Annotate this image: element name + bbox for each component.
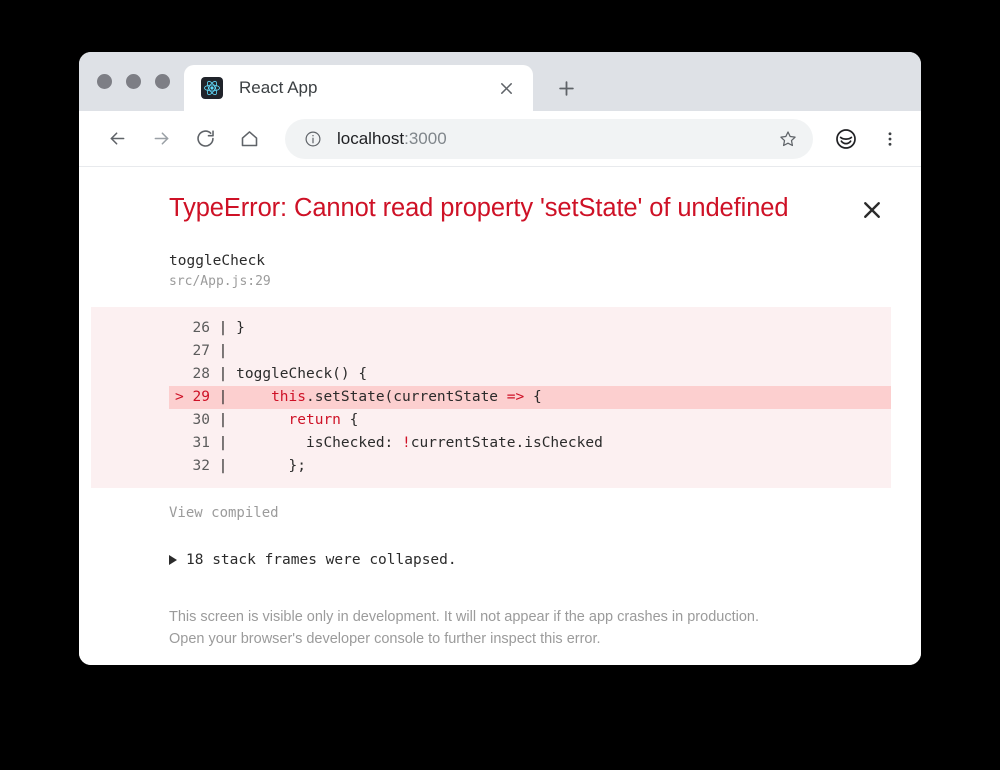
code-token: .setState(currentState bbox=[305, 389, 507, 405]
footnote-line-2: Open your browser's developer console to… bbox=[169, 631, 601, 647]
url-host: localhost bbox=[337, 128, 405, 148]
address-bar[interactable]: localhost:3000 bbox=[285, 118, 813, 159]
back-icon[interactable] bbox=[97, 119, 137, 159]
source-code-snippet: 26 | } 27 | 28 | toggleCheck() {> 29 | t… bbox=[91, 307, 891, 488]
code-token: { bbox=[524, 389, 542, 405]
new-tab-button[interactable] bbox=[549, 71, 583, 105]
code-line: > 29 | this.setState(currentState => { bbox=[169, 386, 891, 409]
forward-icon[interactable] bbox=[141, 119, 181, 159]
tab-close-icon[interactable] bbox=[493, 75, 519, 101]
bookmark-star-icon[interactable] bbox=[771, 122, 805, 156]
code-line-number: 28 | bbox=[192, 366, 237, 382]
code-line: 26 | } bbox=[169, 317, 891, 340]
error-close-icon[interactable] bbox=[857, 195, 887, 225]
code-token: isChecked: bbox=[236, 435, 403, 451]
browser-tab-react-app[interactable]: React App bbox=[184, 65, 533, 111]
window-close-button[interactable] bbox=[97, 74, 112, 89]
reload-icon[interactable] bbox=[185, 119, 225, 159]
code-token: toggleCheck() { bbox=[236, 366, 368, 382]
error-frame-function: toggleCheck bbox=[169, 253, 266, 269]
stack-frames-label: 18 stack frames were collapsed. bbox=[186, 552, 457, 568]
footnote-line-1: This screen is visible only in developme… bbox=[169, 609, 759, 625]
error-header: TypeError: Cannot read property 'setStat… bbox=[91, 193, 891, 225]
toolbar-right-actions bbox=[829, 122, 907, 156]
browser-toolbar: localhost:3000 bbox=[79, 111, 921, 167]
error-footnote: This screen is visible only in developme… bbox=[169, 606, 891, 650]
code-line: 28 | toggleCheck() { bbox=[169, 363, 891, 386]
browser-window: React App localhost:3000 TypeError: Cann… bbox=[79, 52, 921, 665]
code-token: => bbox=[506, 389, 525, 405]
profile-avatar-icon[interactable] bbox=[829, 122, 863, 156]
code-line: 31 | isChecked: !currentState.isChecked bbox=[169, 432, 891, 455]
site-information-icon[interactable] bbox=[303, 129, 323, 149]
tab-strip: React App bbox=[79, 52, 921, 111]
view-compiled-link[interactable]: View compiled bbox=[169, 505, 279, 521]
code-token: return bbox=[288, 412, 341, 428]
react-error-overlay: TypeError: Cannot read property 'setStat… bbox=[79, 167, 921, 665]
code-line: 27 | bbox=[169, 340, 891, 363]
code-line-number: 32 | bbox=[192, 458, 237, 474]
code-line-number: 27 | bbox=[192, 343, 237, 359]
code-token: ! bbox=[402, 435, 411, 451]
code-token: { bbox=[340, 412, 359, 428]
code-line-number: > 29 | bbox=[175, 389, 237, 405]
code-line: 30 | return { bbox=[169, 409, 891, 432]
address-bar-url: localhost:3000 bbox=[337, 129, 771, 149]
error-title: TypeError: Cannot read property 'setStat… bbox=[169, 194, 789, 222]
browser-menu-icon[interactable] bbox=[873, 122, 907, 156]
error-frame-location: src/App.js:29 bbox=[169, 274, 271, 289]
code-token: } bbox=[236, 320, 245, 336]
code-token: }; bbox=[236, 458, 306, 474]
window-maximize-button[interactable] bbox=[155, 74, 170, 89]
tab-title: React App bbox=[239, 78, 318, 97]
code-line-number: 30 | bbox=[192, 412, 237, 428]
traffic-lights bbox=[93, 52, 184, 111]
code-line: 32 | }; bbox=[169, 455, 891, 478]
code-line-number: 31 | bbox=[192, 435, 237, 451]
code-line-number: 26 | bbox=[192, 320, 237, 336]
window-minimize-button[interactable] bbox=[126, 74, 141, 89]
code-token: currentState.isChecked bbox=[410, 435, 603, 451]
url-port: :3000 bbox=[404, 128, 447, 148]
code-token: this bbox=[271, 389, 306, 405]
expand-triangle-icon bbox=[169, 555, 177, 565]
stack-frames-toggle[interactable]: 18 stack frames were collapsed. bbox=[169, 552, 891, 568]
home-icon[interactable] bbox=[229, 119, 269, 159]
react-logo-favicon bbox=[201, 77, 223, 99]
